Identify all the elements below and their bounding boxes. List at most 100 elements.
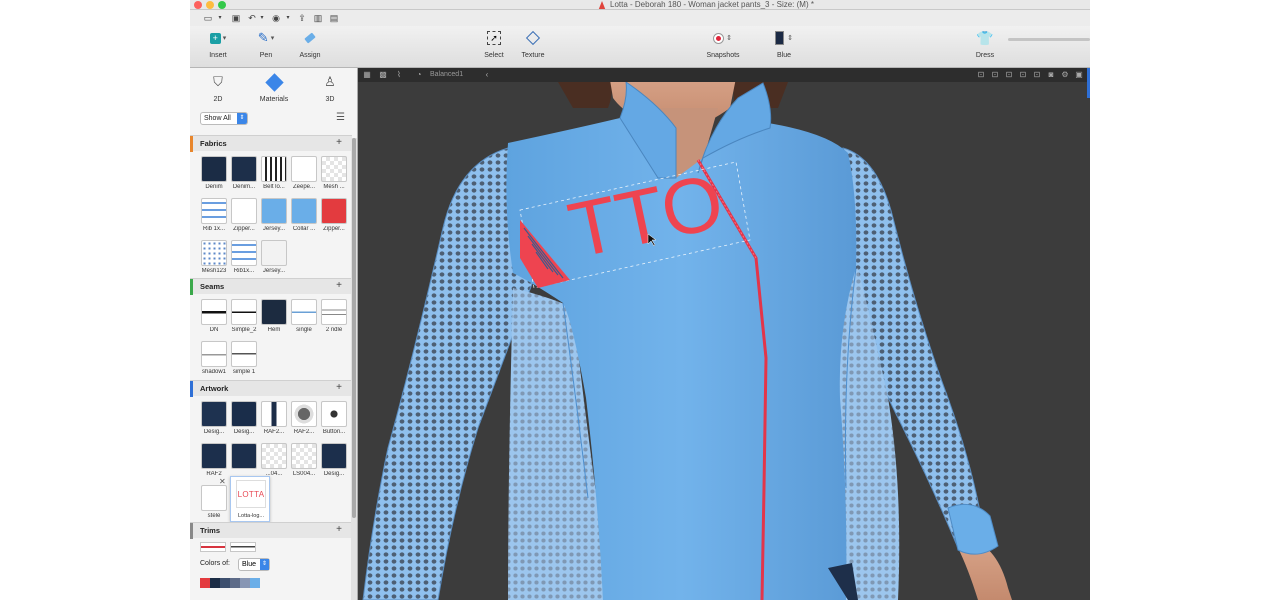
chevron-left-icon[interactable]: ‹ — [482, 70, 492, 80]
minimize-window-button[interactable] — [206, 1, 214, 9]
snapshots-tool[interactable]: ⇕ Snapshots — [703, 30, 743, 59]
zoom-window-button[interactable] — [218, 1, 226, 9]
filter-select[interactable]: Show All ⇕ — [200, 112, 248, 125]
3d-viewport[interactable]: TTO ▦ ▩ ⌇ ◔ Balanced1 ‹ ⊡ ⊡ ⊡ ⊡ ⊡ ◙ ⚙ ▣ — [358, 68, 1090, 600]
select-tool[interactable]: ➚ Select — [480, 30, 508, 59]
tab-materials[interactable]: Materials — [254, 73, 294, 103]
close-icon[interactable]: ✕ — [219, 477, 226, 486]
artwork-item[interactable]: LS004... — [290, 443, 318, 477]
panel-right-icon[interactable]: ▤ — [328, 13, 340, 23]
item-label: Zipper... — [233, 226, 255, 232]
texture-tool[interactable]: Texture — [519, 30, 547, 59]
fabrics-item[interactable]: Mesh ... — [320, 156, 348, 190]
fabrics-item[interactable]: Mesh123 — [200, 240, 228, 274]
artwork-item[interactable]: ...04... — [260, 443, 288, 477]
shirt-icon: 👕 — [976, 29, 994, 46]
layout-toggle-icon[interactable]: ▣ — [1074, 70, 1084, 80]
add-artwork-button[interactable]: + — [336, 382, 342, 393]
artwork-item[interactable]: RAF2 — [200, 443, 228, 477]
fabrics-item[interactable]: Jersey... — [260, 198, 288, 232]
artwork-item[interactable]: Desig... — [230, 401, 258, 435]
tab-2d[interactable]: ⛉ 2D — [198, 74, 238, 103]
insert-tool[interactable]: + ▾ Insert — [204, 30, 232, 59]
artwork-item[interactable]: RAF2... — [260, 401, 288, 435]
app-logo-icon — [598, 1, 606, 9]
seams-item[interactable]: Hem — [260, 299, 288, 333]
seams-item[interactable]: Simple_2 — [230, 299, 258, 333]
fabrics-item[interactable]: Zipper... — [320, 198, 348, 232]
save-icon[interactable]: ▣ — [230, 13, 242, 23]
artwork-item[interactable]: Desig... — [320, 443, 348, 477]
grid-icon[interactable]: ▦ — [362, 70, 372, 80]
palette-swatch[interactable] — [210, 578, 220, 588]
section-seams[interactable]: Seams + — [190, 278, 352, 295]
color-picker-tool[interactable]: ⇕ Blue — [767, 30, 801, 59]
panel-scrollbar[interactable] — [351, 138, 357, 600]
fabrics-item[interactable]: Jersey... — [260, 240, 288, 274]
chevron-down-icon[interactable]: ▾ — [282, 13, 294, 23]
palette-swatch[interactable] — [220, 578, 230, 588]
display-mode-select[interactable]: Balanced1 — [430, 70, 463, 80]
panel-left-icon[interactable]: ▥ — [312, 13, 324, 23]
fabrics-item[interactable]: Zeepe... — [290, 156, 318, 190]
add-fabric-button[interactable]: + — [336, 137, 342, 148]
item-label: Rib1x... — [233, 268, 255, 274]
fabrics-item[interactable]: Denim — [200, 156, 228, 190]
close-window-button[interactable] — [194, 1, 202, 9]
artwork-item[interactable]: Desig... — [200, 401, 228, 435]
colors-of-select[interactable]: Blue ⇕ — [238, 558, 270, 571]
speed-icon[interactable]: ◔ — [414, 70, 424, 80]
seams-item[interactable]: shadow1 — [200, 341, 228, 375]
assign-tool[interactable]: Assign — [296, 30, 324, 59]
artwork-item[interactable]: Button... — [320, 401, 348, 435]
fabrics-item[interactable]: Rib 1x... — [200, 198, 228, 232]
view-right-icon[interactable]: ⊡ — [1018, 70, 1028, 80]
chevron-down-icon[interactable]: ▾ — [214, 13, 226, 23]
camera-view-icon[interactable]: ◙ — [1046, 70, 1056, 80]
artwork-item[interactable]: stele — [200, 485, 228, 519]
fabrics-item[interactable]: Zipper... — [230, 198, 258, 232]
artwork-item[interactable] — [230, 443, 258, 471]
seams-item[interactable]: DN — [200, 299, 228, 333]
palette-swatch[interactable] — [230, 578, 240, 588]
render-icon[interactable]: ▩ — [378, 70, 388, 80]
camera-icon[interactable]: ◉ — [270, 13, 282, 23]
settings-icon[interactable]: ⚙ — [1060, 70, 1070, 80]
tab-3d[interactable]: ♙ 3D — [310, 74, 350, 103]
section-trims[interactable]: Trims + — [190, 522, 352, 539]
palette-swatch[interactable] — [200, 578, 210, 588]
seams-item[interactable]: simple 1 — [230, 341, 258, 375]
fabrics-item[interactable]: Collar ... — [290, 198, 318, 232]
dress-tool[interactable]: 👕 Dress — [972, 29, 998, 60]
drag-artwork-popup[interactable]: ✕ LOTTA Lotta-log... — [219, 476, 270, 522]
chevron-down-icon[interactable]: ▾ — [256, 13, 268, 23]
palette-swatch[interactable] — [240, 578, 250, 588]
artwork-item[interactable]: RAF2... — [290, 401, 318, 435]
palette-swatch[interactable] — [250, 578, 260, 588]
view-back-icon[interactable]: ⊡ — [990, 70, 1000, 80]
share-icon[interactable]: ⇪ — [296, 13, 308, 23]
list-menu-icon[interactable]: ☰ — [336, 112, 345, 123]
swatch-thumbnail — [291, 401, 317, 427]
add-seam-button[interactable]: + — [336, 280, 342, 291]
measure-icon[interactable]: ⌇ — [394, 70, 404, 80]
section-artwork[interactable]: Artwork + — [190, 380, 352, 397]
fabrics-item[interactable]: Rib1x... — [230, 240, 258, 274]
layout-icon[interactable]: ▭ — [202, 13, 214, 23]
seams-item[interactable]: 2 ndle — [320, 299, 348, 333]
scrollbar-thumb[interactable] — [352, 138, 356, 518]
add-trim-button[interactable]: + — [336, 524, 342, 535]
view-left-icon[interactable]: ⊡ — [1004, 70, 1014, 80]
section-fabrics[interactable]: Fabrics + — [190, 135, 352, 152]
pen-tool[interactable]: ✎ ▾ Pen — [252, 30, 280, 59]
fabrics-item[interactable]: Belt lo... — [260, 156, 288, 190]
zoom-slider[interactable] — [1008, 38, 1090, 41]
item-label: Zipper... — [323, 226, 345, 232]
seams-item[interactable]: single — [290, 299, 318, 333]
view-front-icon[interactable]: ⊡ — [976, 70, 986, 80]
fabrics-item[interactable]: Denim... — [230, 156, 258, 190]
item-label: Mesh123 — [201, 268, 227, 274]
trim-thumbnail[interactable] — [200, 542, 226, 552]
trim-thumbnail[interactable] — [230, 542, 256, 552]
view-top-icon[interactable]: ⊡ — [1032, 70, 1042, 80]
